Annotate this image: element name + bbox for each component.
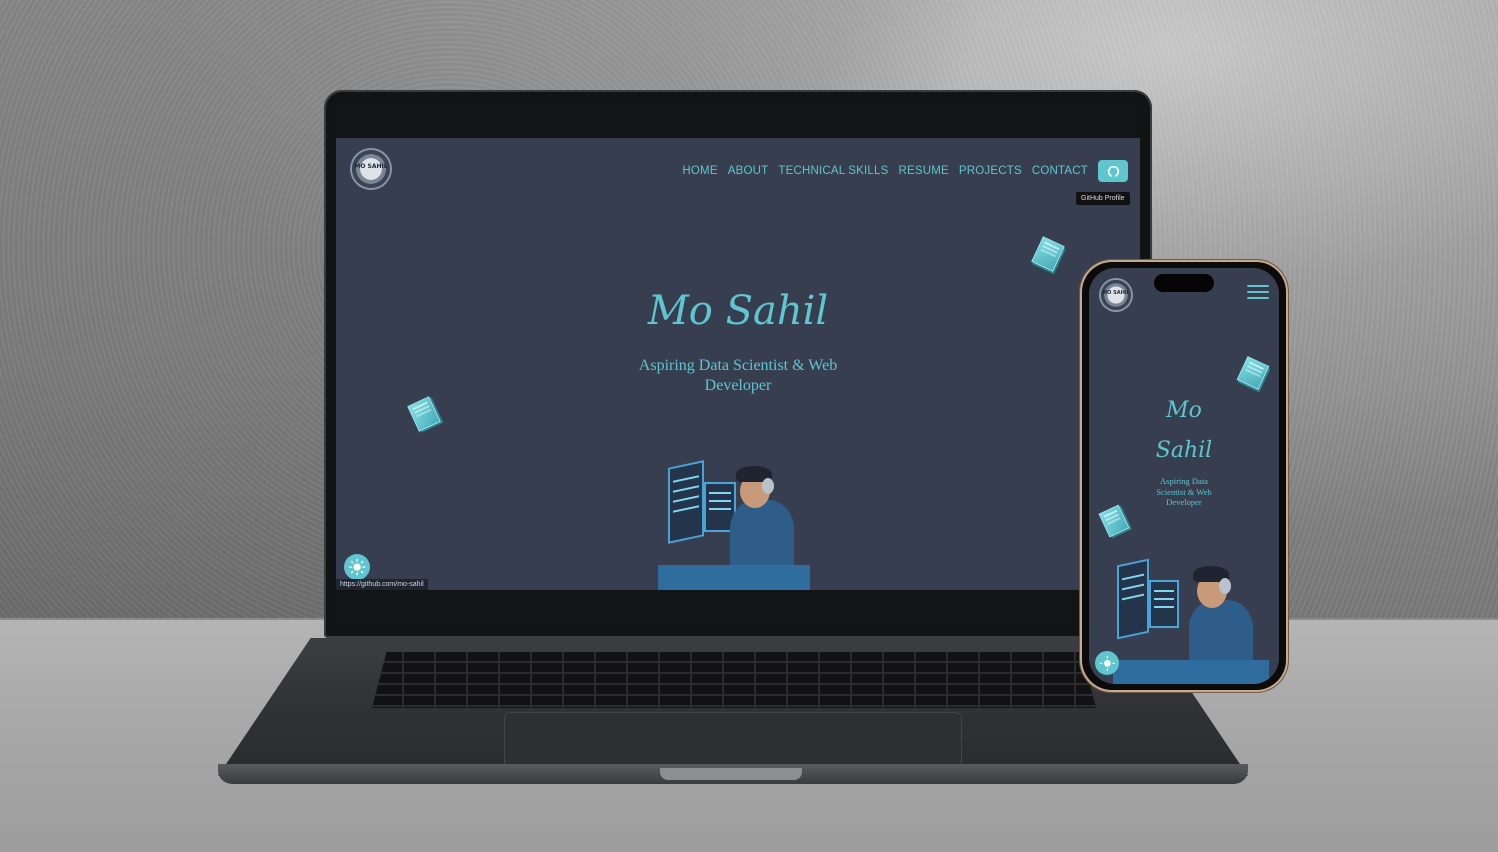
floating-code-card	[407, 396, 441, 432]
floating-code-card	[1098, 504, 1130, 538]
main-nav: HOME ABOUT TECHNICAL SKILLS RESUME PROJE…	[682, 160, 1128, 182]
github-tooltip: GitHub Profile	[1076, 192, 1130, 205]
hero-name: Mo Sahil	[647, 288, 829, 334]
theme-toggle-button-mobile[interactable]	[1095, 651, 1119, 675]
laptop-notch	[660, 768, 802, 780]
nav-about[interactable]: ABOUT	[728, 165, 769, 177]
logo-text-mobile: MO SAHIL	[1102, 290, 1130, 296]
github-button[interactable]	[1098, 160, 1128, 182]
hero-subtitle-line-1: Aspiring Data Scientist & Web	[638, 357, 838, 374]
laptop-bezel-bottom	[336, 590, 1140, 626]
nav-contact[interactable]: CONTACT	[1032, 165, 1088, 177]
laptop-keyboard	[372, 652, 1096, 708]
developer-illustration-mobile	[1113, 552, 1269, 684]
theme-toggle-button[interactable]	[344, 554, 370, 580]
phone-screen: MO SAHIL Mo Sahil Aspiring Data Scientis…	[1089, 268, 1279, 684]
hero-name-line-1: Mo	[1166, 398, 1202, 423]
laptop-screen: MO SAHIL HOME ABOUT TECHNICAL SKILLS RES…	[336, 138, 1140, 590]
laptop-bezel-top	[336, 104, 1140, 138]
nav-home[interactable]: HOME	[682, 165, 717, 177]
floating-code-card	[1031, 236, 1065, 272]
sun-icon	[348, 558, 366, 576]
hero-subtitle-mobile: Aspiring Data Scientist & Web Developer	[1089, 476, 1279, 508]
hero-name-line-2: Sahil	[1155, 438, 1213, 463]
site-logo-mobile[interactable]: MO SAHIL	[1101, 280, 1131, 310]
laptop-trackpad	[504, 712, 962, 768]
logo-text: MO SAHIL	[354, 163, 388, 170]
status-bar-url: https://github.com/mo-sahil	[336, 579, 428, 590]
floating-code-card	[1236, 356, 1270, 390]
hamburger-menu-icon[interactable]	[1247, 285, 1269, 299]
mobile-subtitle-line-1: Aspiring Data	[1160, 476, 1208, 486]
sun-icon	[1099, 655, 1115, 671]
nav-resume[interactable]: RESUME	[899, 165, 949, 177]
mobile-subtitle-line-2: Scientist & Web	[1156, 486, 1212, 497]
dynamic-island	[1154, 274, 1214, 292]
site-logo[interactable]: MO SAHIL	[352, 150, 390, 188]
mobile-subtitle-line-3: Developer	[1166, 497, 1202, 507]
github-icon	[1107, 165, 1119, 177]
developer-illustration	[658, 452, 810, 590]
hero-subtitle-line-2: Developer	[704, 377, 772, 394]
nav-technical-skills[interactable]: TECHNICAL SKILLS	[778, 165, 888, 177]
nav-projects[interactable]: PROJECTS	[959, 165, 1022, 177]
hero-subtitle: Aspiring Data Scientist & Web Developer	[336, 356, 1140, 396]
